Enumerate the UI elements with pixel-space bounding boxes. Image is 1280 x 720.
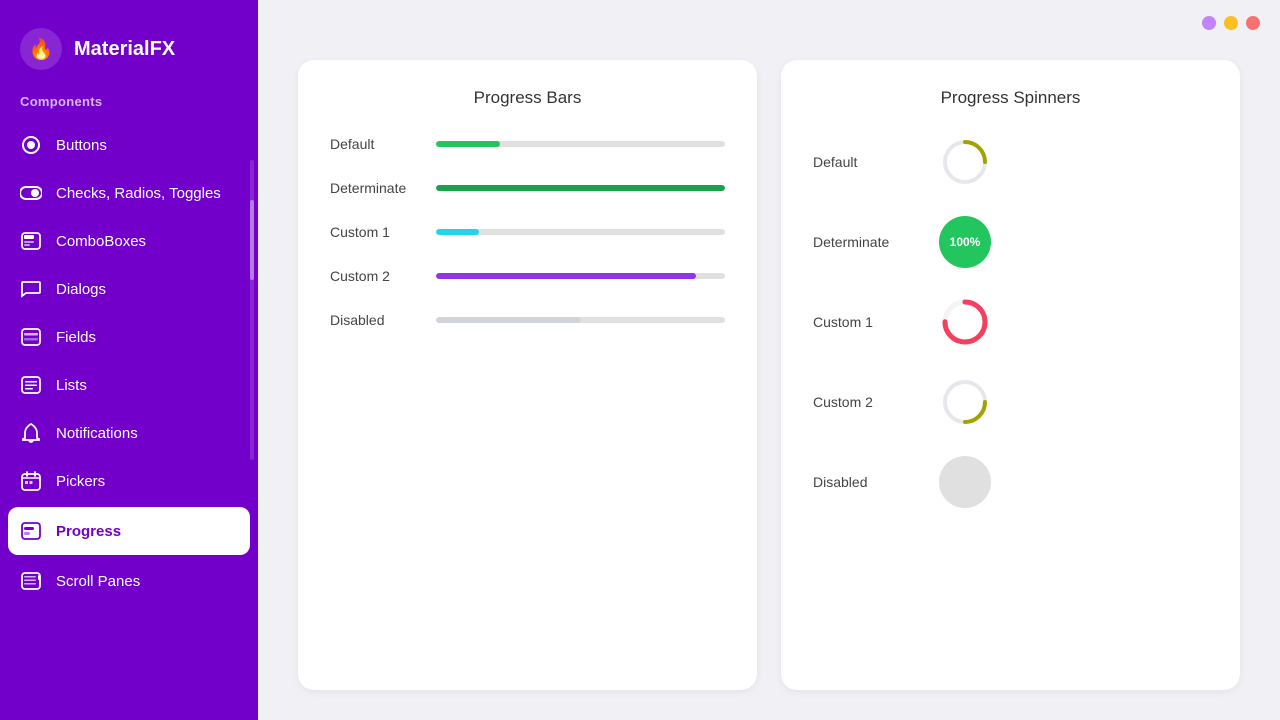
lists-icon <box>20 374 42 396</box>
logo-text: MaterialFX <box>74 38 175 61</box>
sidebar-item-comboboxes[interactable]: ComboBoxes <box>0 217 258 265</box>
progress-track-custom2 <box>436 273 725 279</box>
pickers-icon <box>20 470 42 492</box>
cards-row: Progress Bars Default Determinate Custom… <box>298 60 1240 690</box>
progress-spinners-title: Progress Spinners <box>813 88 1208 108</box>
spinner-row-custom2: Custom 2 <box>813 376 1208 428</box>
spinner-label-determinate: Determinate <box>813 234 923 250</box>
progress-bars-card: Progress Bars Default Determinate Custom… <box>298 60 757 690</box>
sidebar-scrollbar-thumb <box>250 200 254 280</box>
bell-icon <box>20 422 42 444</box>
progress-spinners-card: Progress Spinners Default Determinate <box>781 60 1240 690</box>
sidebar: 🔥 MaterialFX Components Buttons <box>0 0 258 720</box>
progress-track-determinate <box>436 185 725 191</box>
scroll-icon <box>20 570 42 592</box>
spinner-disabled-circle <box>939 456 991 508</box>
progress-bar-row-custom1: Custom 1 <box>330 224 725 240</box>
sidebar-item-checks-label: Checks, Radios, Toggles <box>56 185 221 202</box>
spinner-row-default: Default <box>813 136 1208 188</box>
flame-icon: 🔥 <box>29 37 54 62</box>
sidebar-nav: Components Buttons Checks, Radios, Toggl… <box>0 94 258 720</box>
sidebar-section-title: Components <box>0 94 258 121</box>
spinner-label-disabled: Disabled <box>813 474 923 490</box>
spinner-row-determinate: Determinate 100% <box>813 216 1208 268</box>
spinner-default <box>939 136 991 188</box>
toggle-icon <box>20 182 42 204</box>
progress-track-custom1 <box>436 229 725 235</box>
sidebar-item-comboboxes-label: ComboBoxes <box>56 233 146 250</box>
sidebar-item-dialogs[interactable]: Dialogs <box>0 265 258 313</box>
sidebar-item-notifications[interactable]: Notifications <box>0 409 258 457</box>
progress-bars-title: Progress Bars <box>330 88 725 108</box>
spinner-row-custom1: Custom 1 <box>813 296 1208 348</box>
sidebar-item-progress-label: Progress <box>56 523 121 540</box>
progress-fill-custom1 <box>436 229 479 235</box>
dialogs-icon <box>20 278 42 300</box>
progress-bar-label-custom1: Custom 1 <box>330 224 420 240</box>
sidebar-item-pickers[interactable]: Pickers <box>0 457 258 505</box>
dot-yellow <box>1224 16 1238 30</box>
progress-fill-determinate <box>436 185 725 191</box>
sidebar-item-progress[interactable]: Progress <box>8 507 250 555</box>
main-content: Progress Bars Default Determinate Custom… <box>258 0 1280 720</box>
sidebar-item-notifications-label: Notifications <box>56 425 138 442</box>
logo-icon: 🔥 <box>20 28 62 70</box>
sidebar-item-scroll-panes[interactable]: Scroll Panes <box>0 557 258 605</box>
fields-icon <box>20 326 42 348</box>
progress-bar-label-disabled: Disabled <box>330 312 420 328</box>
top-dots <box>1202 16 1260 30</box>
progress-fill-custom2 <box>436 273 696 279</box>
progress-bar-row-disabled: Disabled <box>330 312 725 328</box>
progress-icon <box>20 520 42 542</box>
spinner-label-default: Default <box>813 154 923 170</box>
sidebar-item-checks[interactable]: Checks, Radios, Toggles <box>0 169 258 217</box>
sidebar-scrollbar <box>250 160 254 460</box>
sidebar-item-scroll-panes-label: Scroll Panes <box>56 573 140 590</box>
progress-bar-row-default: Default <box>330 136 725 152</box>
progress-bar-label-determinate: Determinate <box>330 180 420 196</box>
spinner-svg-custom2 <box>939 376 991 428</box>
sidebar-item-lists-label: Lists <box>56 377 87 394</box>
spinner-custom2 <box>939 376 991 428</box>
sidebar-item-dialogs-label: Dialogs <box>56 281 106 298</box>
dot-purple <box>1202 16 1216 30</box>
sidebar-item-fields-label: Fields <box>56 329 96 346</box>
progress-track-disabled <box>436 317 725 323</box>
sidebar-item-pickers-label: Pickers <box>56 473 105 490</box>
sidebar-item-buttons-label: Buttons <box>56 137 107 154</box>
spinner-label-custom1: Custom 1 <box>813 314 923 330</box>
spinner-row-disabled: Disabled <box>813 456 1208 508</box>
spinner-custom1 <box>939 296 991 348</box>
spinner-disabled <box>939 456 991 508</box>
spinner-determinate: 100% <box>939 216 991 268</box>
sidebar-logo: 🔥 MaterialFX <box>0 0 258 94</box>
progress-bar-label-default: Default <box>330 136 420 152</box>
spinner-label-custom2: Custom 2 <box>813 394 923 410</box>
progress-bar-label-custom2: Custom 2 <box>330 268 420 284</box>
spinner-determinate-text: 100% <box>950 235 981 249</box>
sidebar-item-lists[interactable]: Lists <box>0 361 258 409</box>
progress-bar-row-determinate: Determinate <box>330 180 725 196</box>
buttons-icon <box>20 134 42 156</box>
sidebar-item-buttons[interactable]: Buttons <box>0 121 258 169</box>
spinner-svg-custom1 <box>939 296 991 348</box>
progress-track-default <box>436 141 725 147</box>
dot-red <box>1246 16 1260 30</box>
sidebar-item-fields[interactable]: Fields <box>0 313 258 361</box>
progress-fill-disabled <box>436 317 581 323</box>
progress-fill-default <box>436 141 500 147</box>
progress-bar-row-custom2: Custom 2 <box>330 268 725 284</box>
spinner-determinate-circle: 100% <box>939 216 991 268</box>
combobox-icon <box>20 230 42 252</box>
spinner-svg-default <box>939 136 991 188</box>
